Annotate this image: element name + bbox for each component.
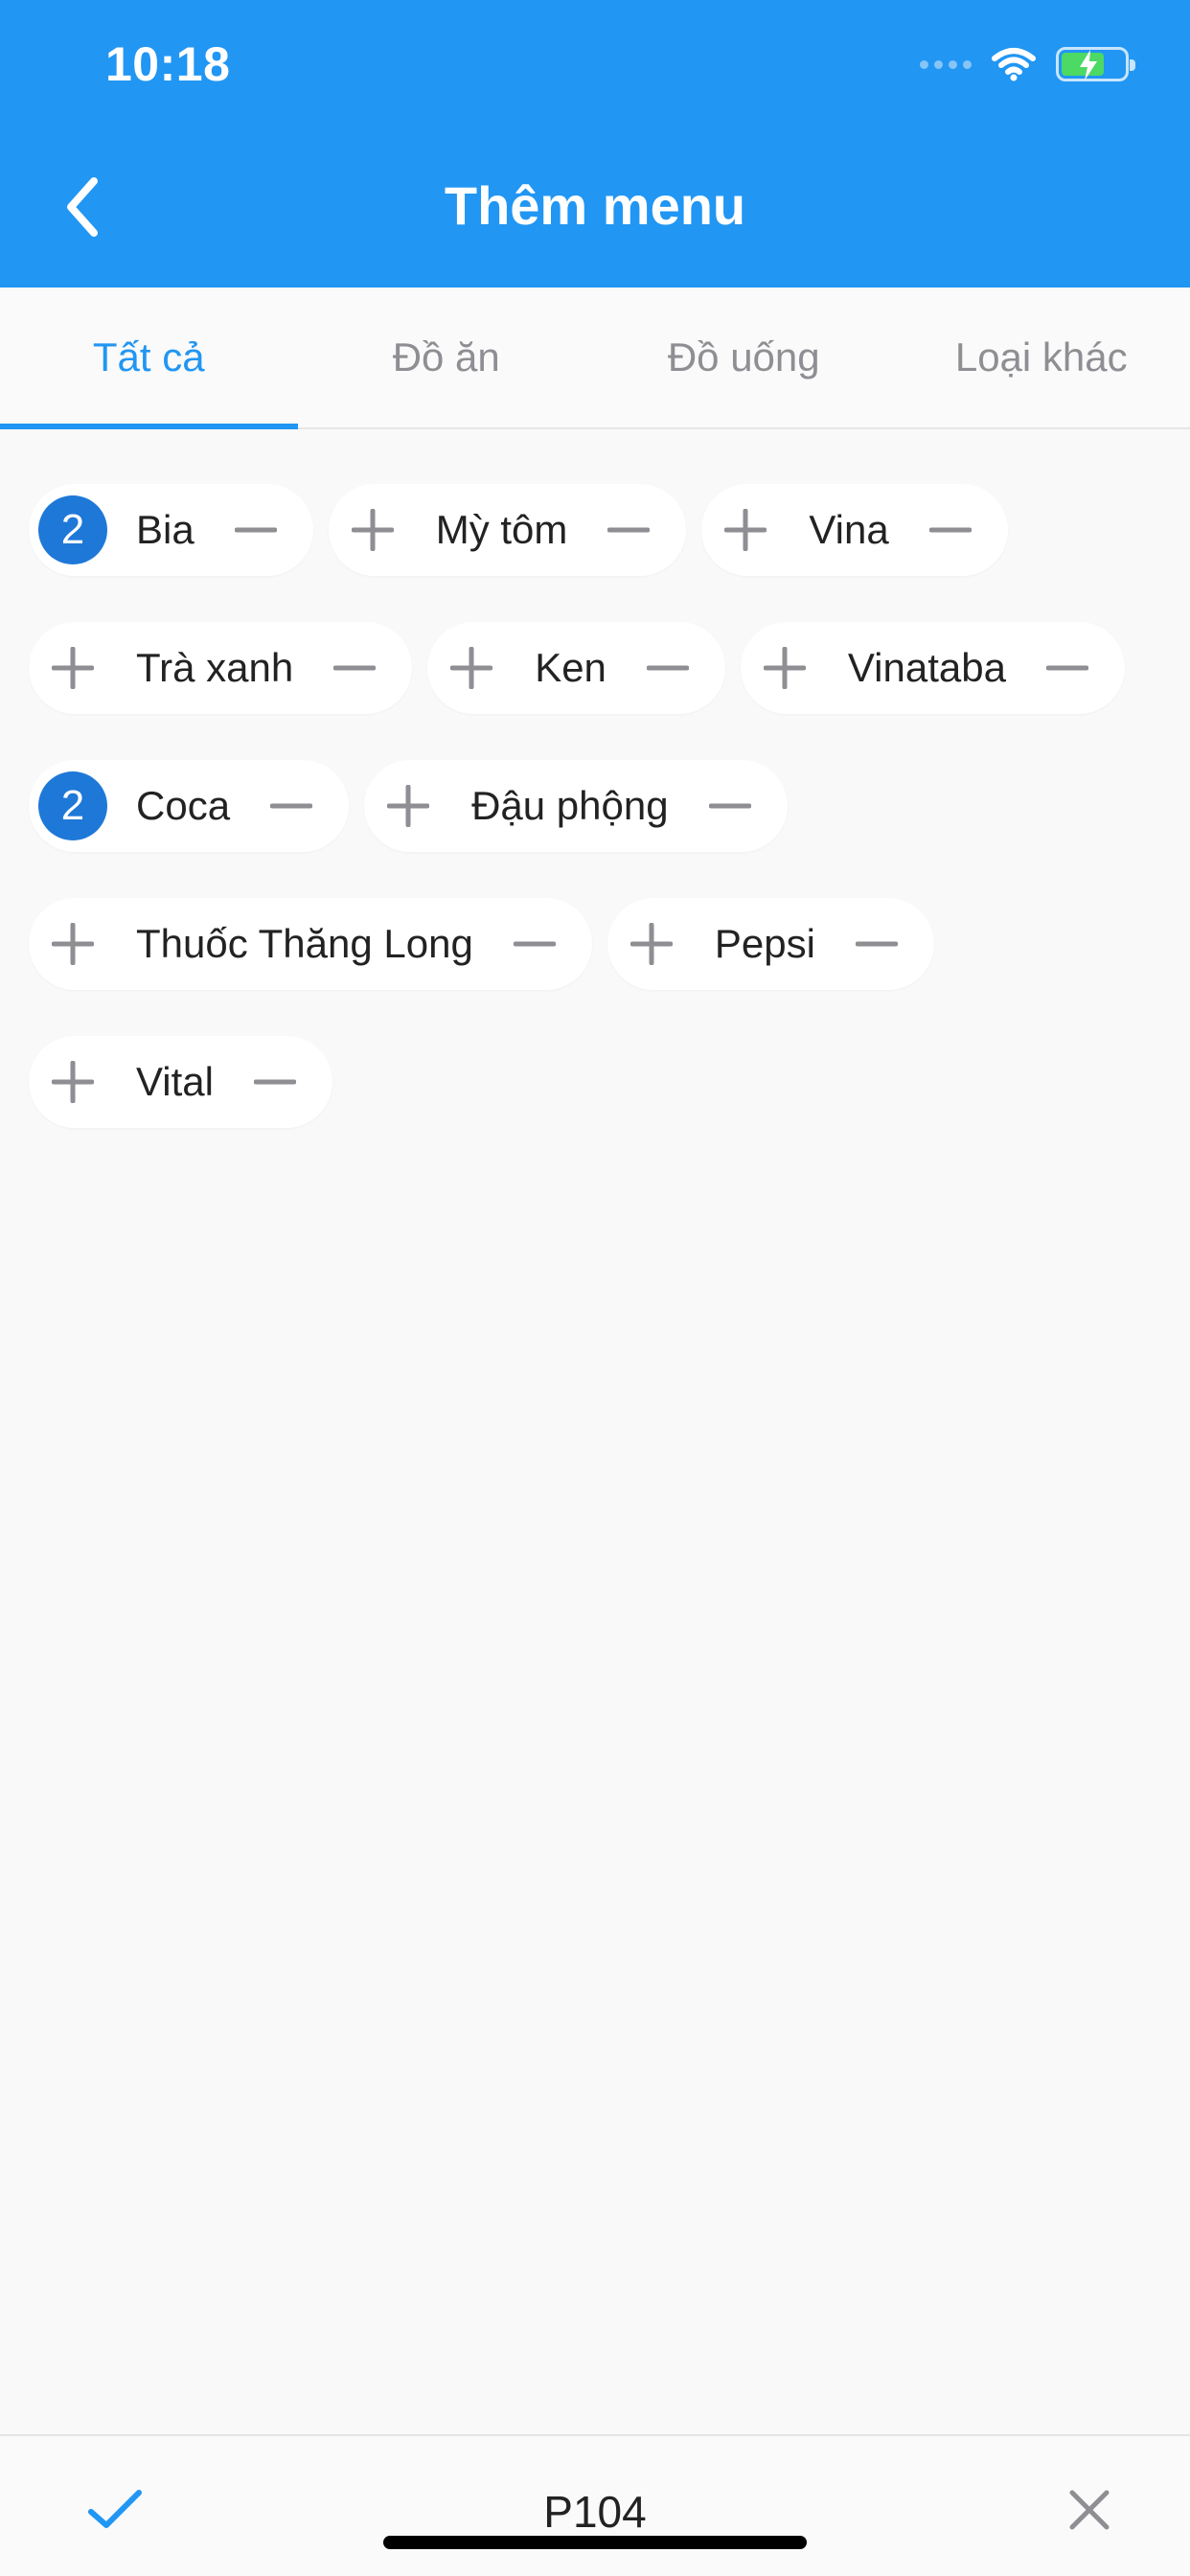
tab-food[interactable]: Đồ ăn <box>298 288 596 427</box>
app-root: 10:18 Thêm menu Tất cả Đồ ăn Đồ uống Loạ… <box>0 0 1190 2576</box>
minus-icon[interactable] <box>694 770 767 842</box>
minus-icon[interactable] <box>631 632 704 704</box>
minus-icon[interactable] <box>219 494 292 566</box>
signal-icon <box>920 59 972 69</box>
chip-row: 2 Bia Mỳ tôm Vina <box>29 484 1169 576</box>
menu-item-chip[interactable]: Pepsi <box>606 898 934 990</box>
menu-item-chip[interactable]: Vital <box>29 1036 332 1128</box>
minus-icon[interactable] <box>914 494 987 566</box>
bottom-bar: P104 <box>0 2434 1190 2576</box>
minus-icon[interactable] <box>840 908 913 980</box>
plus-icon[interactable] <box>615 908 688 980</box>
plus-icon[interactable] <box>748 632 821 704</box>
menu-item-label: Trà xanh <box>136 645 294 690</box>
menu-item-chip[interactable]: Trà xanh <box>29 622 413 714</box>
minus-icon[interactable] <box>498 908 571 980</box>
tab-label: Tất cả <box>92 334 205 380</box>
room-label: P104 <box>543 2487 647 2537</box>
tab-all[interactable]: Tất cả <box>0 288 298 429</box>
menu-item-label: Pepsi <box>714 921 815 966</box>
minus-icon[interactable] <box>239 1046 311 1118</box>
menu-item-chip[interactable]: Vina <box>701 484 1008 576</box>
plus-icon[interactable] <box>709 494 782 566</box>
tab-other[interactable]: Loại khác <box>893 288 1190 427</box>
menu-item-label: Vital <box>136 1059 214 1104</box>
menu-item-label: Đậu phộng <box>471 783 669 828</box>
page-title: Thêm menu <box>444 175 746 236</box>
plus-icon[interactable] <box>435 632 508 704</box>
menu-item-label: Coca <box>136 783 231 828</box>
status-time: 10:18 <box>105 37 231 91</box>
menu-item-chip[interactable]: Ken <box>427 622 725 714</box>
menu-item-list: 2 Bia Mỳ tôm Vina Trà xanh Ken Vinataba 2 Coca Đậ… <box>29 484 1169 1174</box>
menu-item-label: Ken <box>535 645 606 690</box>
close-icon <box>1069 2490 1110 2530</box>
chip-row: Trà xanh Ken Vinataba <box>29 622 1169 714</box>
category-tabs: Tất cả Đồ ăn Đồ uống Loại khác <box>0 288 1190 429</box>
menu-item-label: Thuốc Thăng Long <box>136 921 473 966</box>
chip-row: Thuốc Thăng Long Pepsi <box>29 898 1169 990</box>
quantity-badge[interactable]: 2 <box>38 495 107 564</box>
tab-label: Đồ uống <box>667 334 820 380</box>
menu-item-chip[interactable]: Đậu phộng <box>364 760 788 852</box>
plus-icon[interactable] <box>36 632 109 704</box>
status-icons <box>920 42 1135 86</box>
close-button[interactable] <box>1056 2476 1123 2543</box>
plus-icon[interactable] <box>36 1046 109 1118</box>
menu-item-chip[interactable]: Vinataba <box>740 622 1125 714</box>
menu-item-chip[interactable]: 2 Coca <box>29 760 350 852</box>
menu-item-chip[interactable]: Thuốc Thăng Long <box>29 898 592 990</box>
menu-item-label: Mỳ tôm <box>435 507 568 552</box>
minus-icon[interactable] <box>592 494 665 566</box>
home-indicator <box>383 2536 807 2549</box>
wifi-icon <box>991 47 1037 81</box>
menu-item-chip[interactable]: Mỳ tôm <box>328 484 687 576</box>
plus-icon[interactable] <box>336 494 409 566</box>
chip-row: Vital <box>29 1036 1169 1128</box>
tab-label: Loại khác <box>954 334 1128 380</box>
chip-row: 2 Coca Đậu phộng <box>29 760 1169 852</box>
menu-item-label: Vina <box>809 507 889 552</box>
minus-icon[interactable] <box>255 770 328 842</box>
tab-drinks[interactable]: Đồ uống <box>595 288 893 427</box>
minus-icon[interactable] <box>1031 632 1104 704</box>
tab-label: Đồ ăn <box>392 334 500 380</box>
menu-item-label: Vinataba <box>847 645 1006 690</box>
minus-icon[interactable] <box>318 632 391 704</box>
header: 10:18 Thêm menu <box>0 0 1190 288</box>
battery-icon <box>1056 47 1135 81</box>
menu-item-chip[interactable]: 2 Bia <box>29 484 313 576</box>
plus-icon[interactable] <box>36 908 109 980</box>
plus-icon[interactable] <box>372 770 445 842</box>
quantity-badge[interactable]: 2 <box>38 771 107 840</box>
menu-item-label: Bia <box>136 507 195 552</box>
